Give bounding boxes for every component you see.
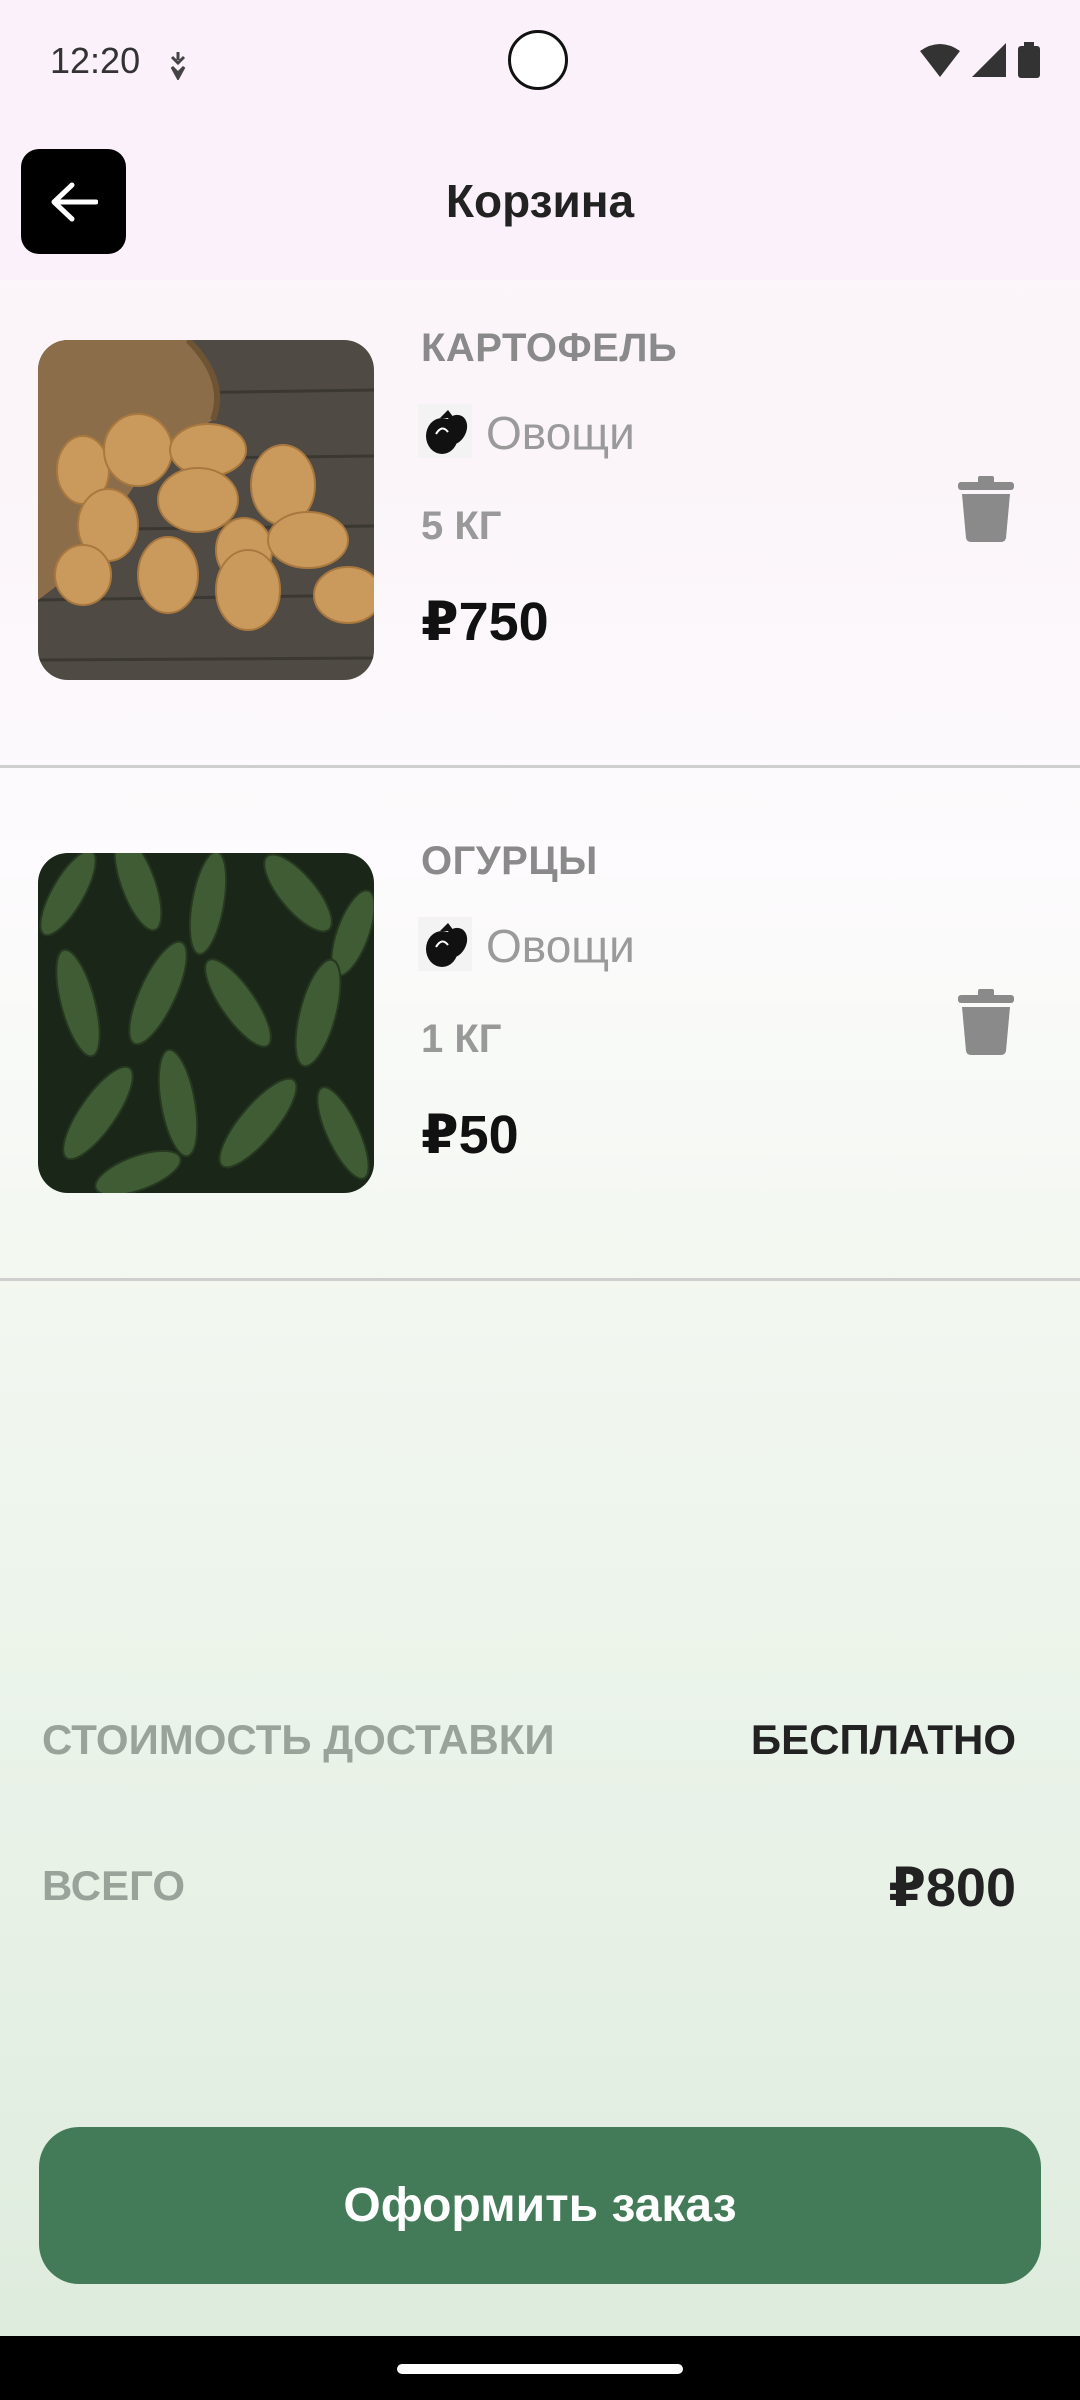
product-category: Овощи: [486, 920, 635, 972]
home-gesture-handle[interactable]: [397, 2364, 683, 2374]
signal-icon: [972, 43, 1006, 77]
eggplant-icon: [418, 917, 472, 971]
cart-item: КАРТОФЕЛЬ Овощи 5 КГ ₽750: [0, 254, 1080, 768]
delivery-value: БЕСПЛАТНО: [750, 1716, 1016, 1763]
status-bar: 12:20: [0, 0, 1080, 130]
delivery-label: СТОИМОСТЬ ДОСТАВКИ: [42, 1716, 555, 1763]
download-notification-icon: [170, 52, 186, 80]
delete-icon[interactable]: [956, 476, 1016, 542]
status-time: 12:20: [50, 40, 141, 81]
total-label: ВСЕГО: [42, 1862, 186, 1909]
product-price: ₽750: [421, 592, 549, 652]
delete-icon[interactable]: [956, 989, 1016, 1055]
product-price: ₽50: [421, 1105, 519, 1165]
battery-icon: [1018, 42, 1040, 78]
cucumbers-image: [38, 853, 374, 1193]
page-title: Корзина: [445, 175, 635, 227]
wifi-icon: [920, 44, 960, 77]
product-category: Овощи: [486, 407, 635, 459]
product-name: КАРТОФЕЛЬ: [421, 326, 678, 370]
eggplant-icon: [418, 404, 472, 458]
cart-item: ОГУРЦЫ Овощи 1 КГ ₽50: [0, 767, 1080, 1281]
product-name: ОГУРЦЫ: [421, 839, 598, 883]
camera-cutout: [508, 30, 568, 90]
total-value: ₽800: [888, 1858, 1016, 1918]
product-quantity: 1 КГ: [421, 1017, 502, 1061]
product-quantity: 5 КГ: [421, 504, 502, 548]
potatoes-image: [38, 340, 374, 680]
status-icons: [920, 42, 1040, 78]
checkout-button[interactable]: Оформить заказ: [39, 2127, 1041, 2284]
